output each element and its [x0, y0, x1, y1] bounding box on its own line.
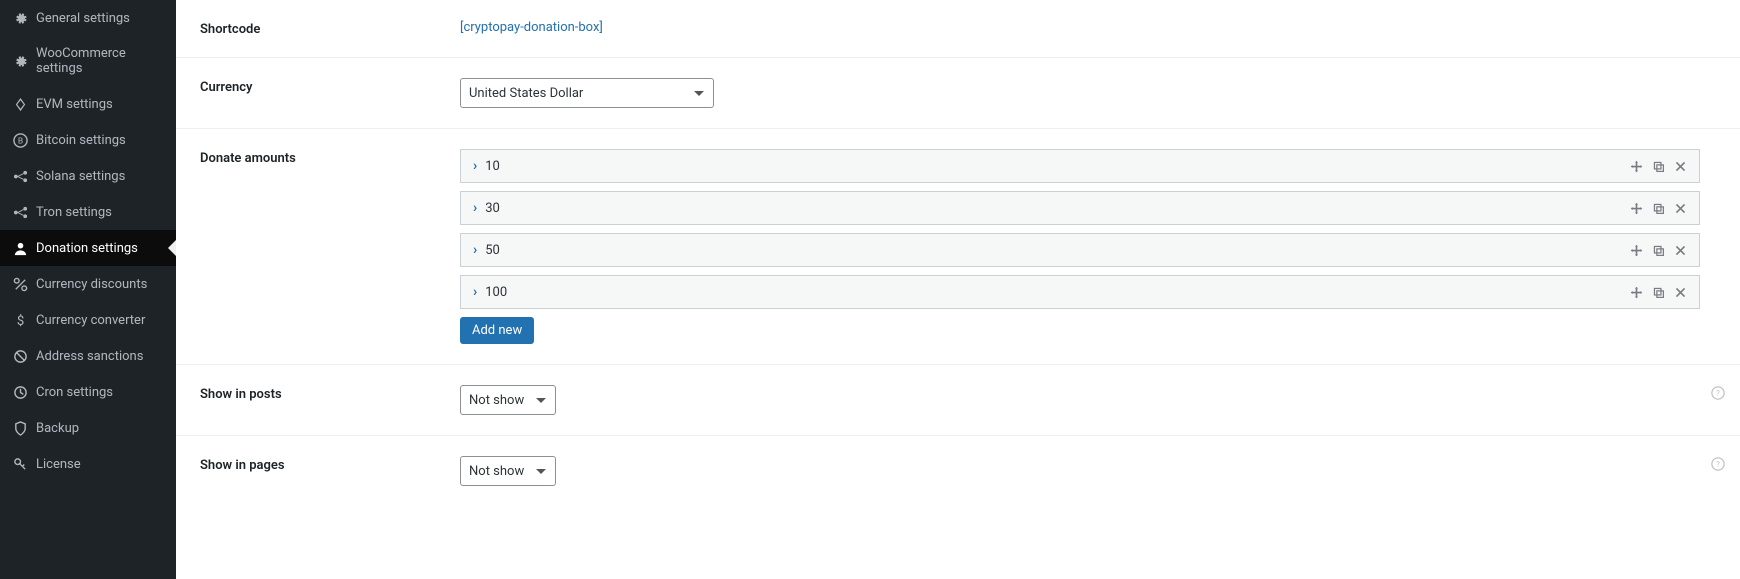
- donate-amounts-row: Donate amounts › 10 › 30: [176, 129, 1740, 365]
- amount-value: 50: [485, 243, 500, 258]
- show-in-pages-label: Show in pages: [176, 456, 460, 473]
- copy-icon[interactable]: [1651, 285, 1665, 299]
- svg-text:B: B: [17, 136, 22, 146]
- svg-text:?: ?: [1716, 389, 1720, 398]
- sidebar-item-solana-settings[interactable]: Solana settings: [0, 158, 176, 194]
- shortcode-value: [cryptopay-donation-box]: [460, 20, 603, 35]
- donate-amounts-label: Donate amounts: [176, 149, 460, 166]
- amount-value: 10: [485, 159, 500, 174]
- sidebar-item-general-settings[interactable]: General settings: [0, 0, 176, 36]
- sidebar-item-tron-settings[interactable]: Tron settings: [0, 194, 176, 230]
- sidebar-item-label: Solana settings: [36, 169, 125, 184]
- sidebar-item-label: WooCommerce settings: [36, 46, 164, 76]
- amount-item[interactable]: › 10: [460, 149, 1700, 183]
- sidebar-item-label: EVM settings: [36, 97, 113, 112]
- sidebar-item-label: Currency discounts: [36, 277, 147, 292]
- sidebar-item-backup[interactable]: Backup: [0, 410, 176, 446]
- network-icon: [12, 168, 28, 184]
- move-icon[interactable]: [1629, 285, 1643, 299]
- add-new-button[interactable]: Add new: [460, 317, 534, 344]
- sidebar-item-bitcoin-settings[interactable]: B Bitcoin settings: [0, 122, 176, 158]
- dollar-icon: $: [12, 312, 28, 328]
- percent-icon: [12, 276, 28, 292]
- clock-icon: [12, 384, 28, 400]
- show-in-posts-label: Show in posts: [176, 385, 460, 402]
- diamond-icon: [12, 96, 28, 112]
- donation-icon: [12, 240, 28, 256]
- currency-label: Currency: [176, 78, 460, 95]
- gear-icon: [12, 10, 28, 26]
- amount-value: 30: [485, 201, 500, 216]
- sidebar-item-label: Backup: [36, 421, 79, 436]
- bitcoin-icon: B: [12, 132, 28, 148]
- chevron-right-icon: ›: [473, 284, 477, 300]
- shortcode-label: Shortcode: [176, 20, 460, 37]
- amount-item[interactable]: › 30: [460, 191, 1700, 225]
- close-icon[interactable]: [1673, 243, 1687, 257]
- copy-icon[interactable]: [1651, 201, 1665, 215]
- show-in-posts-row: Show in posts Not show: [176, 365, 1740, 436]
- key-icon: [12, 456, 28, 472]
- sidebar-item-currency-discounts[interactable]: Currency discounts: [0, 266, 176, 302]
- sidebar: General settings WooCommerce settings EV…: [0, 0, 176, 579]
- sidebar-item-label: Cron settings: [36, 385, 113, 400]
- sidebar-item-label: License: [36, 457, 81, 472]
- copy-icon[interactable]: [1651, 159, 1665, 173]
- sidebar-item-donation-settings[interactable]: Donation settings: [0, 230, 176, 266]
- show-in-posts-select[interactable]: Not show: [460, 385, 556, 415]
- amount-item[interactable]: › 50: [460, 233, 1700, 267]
- move-icon[interactable]: [1629, 159, 1643, 173]
- close-icon[interactable]: [1673, 159, 1687, 173]
- sidebar-item-cron-settings[interactable]: Cron settings: [0, 374, 176, 410]
- help-icon[interactable]: ?: [1710, 385, 1726, 401]
- amount-item[interactable]: › 100: [460, 275, 1700, 309]
- gear-icon: [12, 53, 28, 69]
- sidebar-item-label: Currency converter: [36, 313, 145, 328]
- chevron-right-icon: ›: [473, 242, 477, 258]
- currency-select[interactable]: United States Dollar: [460, 78, 714, 108]
- sidebar-item-label: General settings: [36, 11, 130, 26]
- chevron-right-icon: ›: [473, 158, 477, 174]
- network-icon: [12, 204, 28, 220]
- shortcode-row: Shortcode [cryptopay-donation-box]: [176, 0, 1740, 58]
- sidebar-item-currency-converter[interactable]: $ Currency converter: [0, 302, 176, 338]
- sidebar-item-label: Donation settings: [36, 241, 138, 256]
- sidebar-item-evm-settings[interactable]: EVM settings: [0, 86, 176, 122]
- show-in-pages-select[interactable]: Not show: [460, 456, 556, 486]
- sidebar-item-woocommerce-settings[interactable]: WooCommerce settings: [0, 36, 176, 86]
- ban-icon: [12, 348, 28, 364]
- svg-text:?: ?: [1716, 460, 1720, 469]
- shield-icon: [12, 420, 28, 436]
- sidebar-item-label: Bitcoin settings: [36, 133, 126, 148]
- show-in-pages-row: Show in pages Not show: [176, 436, 1740, 506]
- sidebar-item-label: Tron settings: [36, 205, 112, 220]
- chevron-right-icon: ›: [473, 200, 477, 216]
- move-icon[interactable]: [1629, 201, 1643, 215]
- svg-text:$: $: [16, 314, 23, 328]
- close-icon[interactable]: [1673, 201, 1687, 215]
- sidebar-item-label: Address sanctions: [36, 349, 143, 364]
- close-icon[interactable]: [1673, 285, 1687, 299]
- amount-value: 100: [485, 285, 507, 300]
- move-icon[interactable]: [1629, 243, 1643, 257]
- copy-icon[interactable]: [1651, 243, 1665, 257]
- sidebar-item-address-sanctions[interactable]: Address sanctions: [0, 338, 176, 374]
- help-icon[interactable]: ?: [1710, 456, 1726, 472]
- main-content: Shortcode [cryptopay-donation-box] Curre…: [176, 0, 1740, 579]
- sidebar-item-license[interactable]: License: [0, 446, 176, 482]
- currency-row: Currency United States Dollar: [176, 58, 1740, 129]
